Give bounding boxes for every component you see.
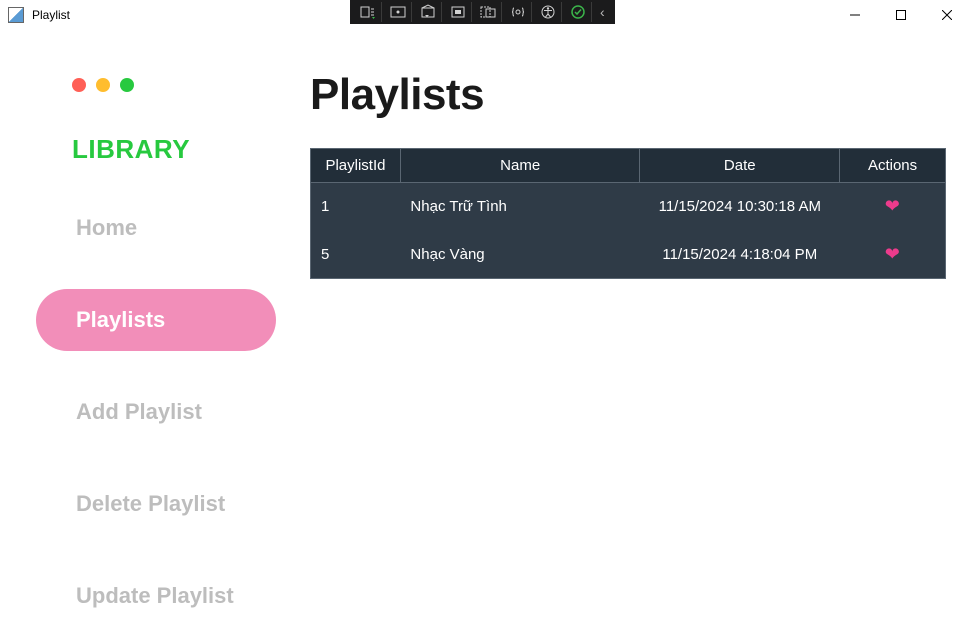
sidebar-item-delete-playlist[interactable]: Delete Playlist (36, 473, 276, 535)
header-date[interactable]: Date (640, 149, 840, 183)
cell-date: 11/15/2024 4:18:04 PM (640, 231, 840, 279)
sidebar: LIBRARY Home Playlists Add Playlist Delete … (0, 30, 310, 547)
cell-name: Nhạc Trữ Tình (400, 183, 640, 231)
accessibility-icon[interactable] (534, 2, 562, 22)
sidebar-nav: Home Playlists Add Playlist Delete Playlist… (36, 197, 310, 627)
sidebar-item-label: Add Playlist (76, 399, 202, 425)
vs-debug-toolbar[interactable]: ‹ (350, 0, 615, 24)
library-heading: LIBRARY (72, 134, 310, 165)
display-layout-adorners-icon[interactable] (414, 2, 442, 22)
window-title: Playlist (32, 8, 70, 22)
cell-name: Nhạc Vàng (400, 231, 640, 279)
cell-date: 11/15/2024 10:30:18 AM (640, 183, 840, 231)
cell-id: 5 (311, 231, 401, 279)
header-actions[interactable]: Actions (840, 149, 946, 183)
heart-icon[interactable]: ❤ (885, 244, 900, 264)
playlist-table: PlaylistId Name Date Actions 1Nhạc Trữ T… (310, 148, 946, 279)
cell-id: 1 (311, 183, 401, 231)
cell-actions: ❤ (840, 183, 946, 231)
dot-green-icon (120, 78, 134, 92)
sidebar-item-add-playlist[interactable]: Add Playlist (36, 381, 276, 443)
minimize-button[interactable] (832, 0, 878, 30)
header-name[interactable]: Name (400, 149, 640, 183)
select-element-icon[interactable] (384, 2, 412, 22)
sidebar-item-home[interactable]: Home (36, 197, 276, 259)
sidebar-item-label: Home (76, 215, 137, 241)
window-controls (832, 0, 970, 30)
sidebar-item-playlists[interactable]: Playlists (36, 289, 276, 351)
table-header: PlaylistId Name Date Actions (311, 149, 946, 183)
traffic-lights (72, 78, 310, 92)
heart-icon[interactable]: ❤ (885, 196, 900, 216)
live-visual-tree-icon[interactable] (354, 2, 382, 22)
table-body: 1Nhạc Trữ Tình11/15/2024 10:30:18 AM❤5Nh… (311, 183, 946, 279)
track-focused-element-icon[interactable] (444, 2, 472, 22)
table-row[interactable]: 5Nhạc Vàng11/15/2024 4:18:04 PM ❤ (311, 231, 946, 279)
chevron-left-icon[interactable]: ‹ (594, 4, 611, 20)
hot-reload-icon[interactable] (474, 2, 502, 22)
maximize-button[interactable] (878, 0, 924, 30)
xaml-binding-failures-icon[interactable] (504, 2, 532, 22)
sidebar-item-update-playlist[interactable]: Update Playlist (36, 565, 276, 627)
header-playlist-id[interactable]: PlaylistId (311, 149, 401, 183)
table-row[interactable]: 1Nhạc Trữ Tình11/15/2024 10:30:18 AM ❤ (311, 183, 946, 231)
main-content: Playlists PlaylistId Name Date Actions 1… (310, 30, 970, 547)
app-icon (8, 7, 24, 23)
window-titlebar: Playlist ‹ (0, 0, 970, 30)
sidebar-item-label: Playlists (76, 307, 165, 333)
close-button[interactable] (924, 0, 970, 30)
page-title: Playlists (310, 70, 952, 120)
dot-red-icon (72, 78, 86, 92)
cell-actions: ❤ (840, 231, 946, 279)
check-circle-icon[interactable] (564, 2, 592, 22)
dot-yellow-icon (96, 78, 110, 92)
sidebar-item-label: Delete Playlist (76, 491, 225, 517)
sidebar-item-label: Update Playlist (76, 583, 234, 609)
